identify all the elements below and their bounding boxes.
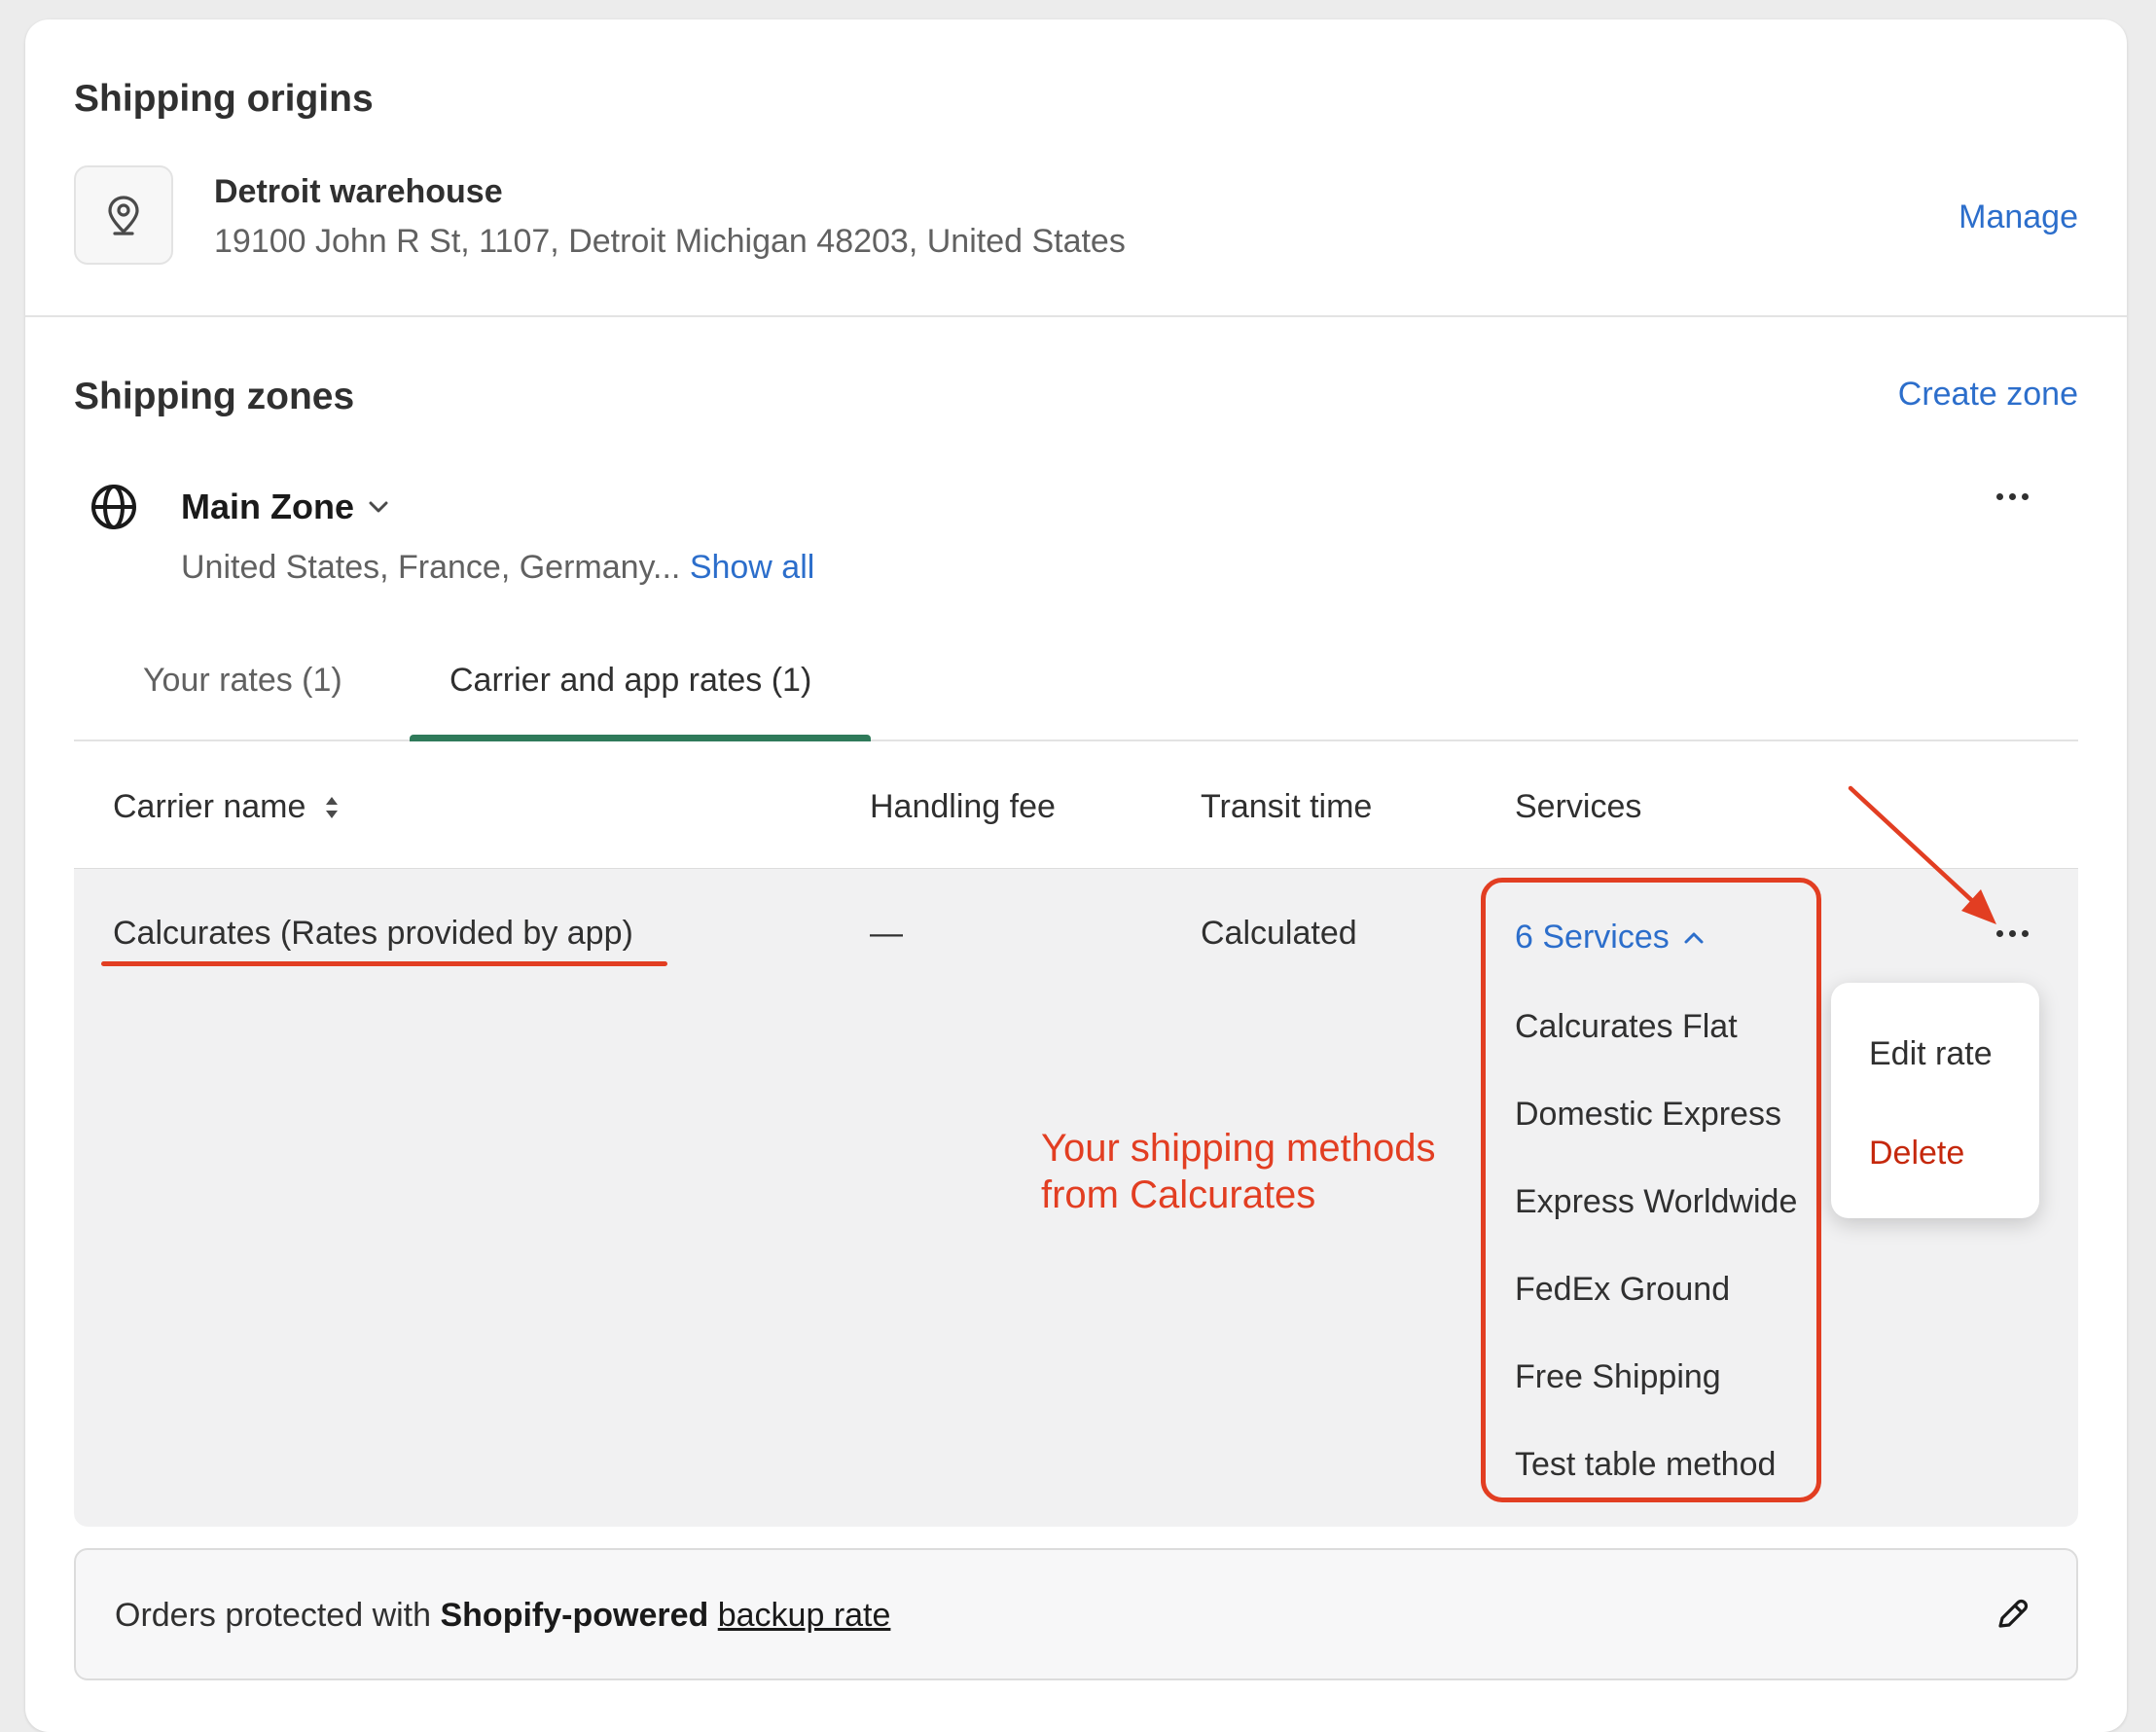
carrier-name-column-header[interactable]: Carrier name [113, 788, 341, 826]
active-tab-indicator [410, 735, 871, 741]
backup-rate-text: Orders protected with Shopify-powered ba… [115, 1597, 890, 1635]
zone-countries-line: United States, France, Germany... Show a… [181, 549, 814, 587]
edit-pencil-icon[interactable] [1994, 1597, 2030, 1632]
dot-icon [1996, 493, 2003, 500]
carrier-name-cell: Calcurates (Rates provided by app) [113, 915, 633, 952]
dot-icon [2009, 930, 2016, 937]
annotation-line-1: Your shipping methods [1041, 1127, 1436, 1170]
backup-rate-link[interactable]: backup rate [718, 1597, 891, 1634]
annotation-text: Your shipping methods from Calcurates [1041, 1125, 1435, 1218]
zone-name-dropdown[interactable]: Main Zone [181, 487, 389, 527]
dot-icon [2009, 493, 2016, 500]
zone-more-actions-button[interactable] [1996, 493, 2029, 500]
column-header-transit-time: Transit time [1201, 788, 1373, 825]
services-highlight-box [1481, 878, 1821, 1502]
zone-name: Main Zone [181, 487, 354, 526]
section-divider [25, 315, 2127, 317]
create-zone-link[interactable]: Create zone [1898, 376, 2078, 414]
backup-rate-bold: Shopify-powered [440, 1597, 709, 1634]
backup-rate-prefix: Orders protected with [115, 1597, 441, 1634]
column-header-handling-fee: Handling fee [870, 788, 1056, 825]
transit-time-cell: Calculated [1201, 915, 1357, 952]
globe-icon [91, 485, 136, 529]
shipping-zones-title: Shipping zones [74, 376, 355, 417]
annotation-line-2: from Calcurates [1041, 1173, 1316, 1216]
handling-fee-cell: — [870, 915, 903, 952]
tab-carrier-rates[interactable]: Carrier and app rates (1) [449, 662, 811, 700]
dot-icon [2022, 493, 2029, 500]
show-all-link[interactable]: Show all [690, 549, 815, 586]
manage-link[interactable]: Manage [1958, 198, 2078, 236]
edit-rate-menu-item[interactable]: Edit rate [1869, 1035, 1993, 1073]
shipping-origins-title: Shipping origins [74, 78, 374, 120]
column-header-carrier: Carrier name [113, 788, 306, 825]
origin-location-name: Detroit warehouse [214, 173, 503, 210]
chevron-down-icon [369, 501, 388, 513]
sort-icon [326, 796, 339, 818]
location-icon-box [74, 165, 173, 265]
tabs-divider [74, 740, 2078, 741]
origin-address: 19100 John R St, 1107, Detroit Michigan … [214, 223, 1126, 260]
carrier-name-highlight [101, 961, 667, 966]
dot-icon [2022, 930, 2029, 937]
row-actions-menu [1831, 983, 2039, 1218]
zone-countries: United States, France, Germany... [181, 549, 681, 586]
column-header-services: Services [1515, 788, 1642, 825]
delete-menu-item[interactable]: Delete [1869, 1135, 1964, 1173]
row-more-actions-button[interactable] [1996, 930, 2029, 937]
annotation-arrow-icon [1848, 785, 1996, 924]
location-pin-icon [108, 196, 139, 235]
tab-your-rates[interactable]: Your rates (1) [143, 662, 342, 700]
dot-icon [1996, 930, 2003, 937]
